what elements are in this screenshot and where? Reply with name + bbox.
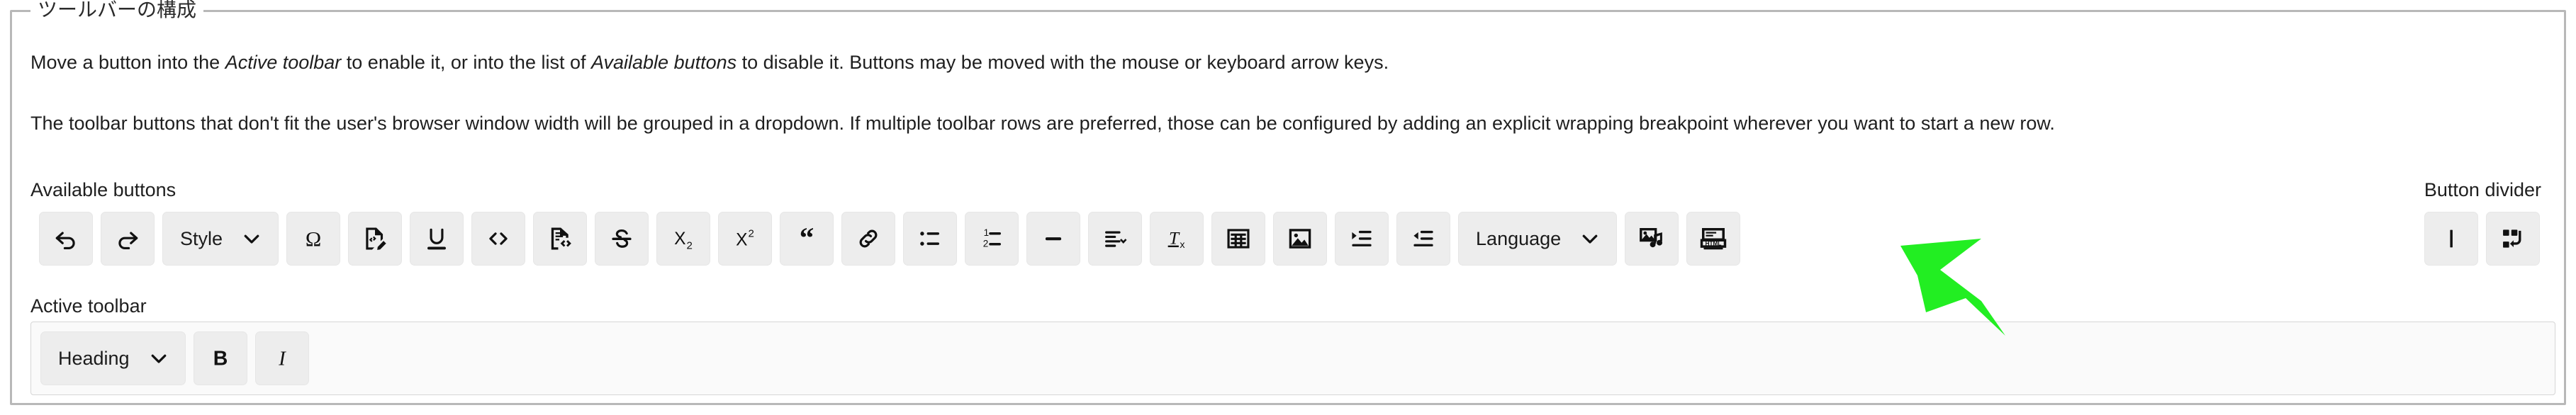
svg-text:2: 2: [687, 239, 693, 251]
vertical-bar-icon: [2438, 225, 2465, 252]
quote-icon: “: [793, 225, 820, 252]
toolbar-button-label: Language: [1476, 227, 1562, 249]
svg-text:T: T: [1169, 229, 1180, 249]
link-icon: [855, 225, 882, 252]
svg-text:I: I: [278, 348, 286, 370]
chevron-down-icon: [1579, 228, 1601, 249]
underline-icon: [423, 225, 450, 252]
strikethrough-icon: [608, 225, 635, 252]
toolbar-button-wrapping-breakpoint[interactable]: [2486, 212, 2540, 266]
description-paragraph-2: The toolbar buttons that don't fit the u…: [30, 113, 2055, 134]
svg-text:2: 2: [983, 239, 988, 249]
description-paragraph-1: Move a button into the Active toolbar to…: [30, 50, 1389, 74]
toolbar-button-undo[interactable]: [39, 212, 93, 266]
toolbar-button-italic[interactable]: I: [254, 331, 309, 385]
wrapping-breakpoint-icon: [2499, 225, 2526, 252]
toolbar-button-html[interactable]: HTML: [1686, 212, 1741, 266]
toolbar-button-image[interactable]: [1273, 212, 1328, 266]
toolbar-button-strikethrough[interactable]: [595, 212, 649, 266]
undo-icon: [52, 225, 79, 252]
bulleted-list-icon: [917, 225, 943, 252]
italic-icon: I: [269, 345, 296, 372]
chevron-down-icon: [241, 228, 262, 249]
available-buttons-label: Available buttons: [30, 179, 177, 200]
toolbar-button-media[interactable]: [1625, 212, 1679, 266]
horizontal-rule-icon: [1040, 225, 1067, 252]
desc-text-1: Move a button into the: [30, 52, 225, 73]
toolbar-button-numbered-list[interactable]: 12: [965, 212, 1019, 266]
toolbar-button-code-block[interactable]: [533, 212, 588, 266]
redo-icon: [114, 225, 141, 252]
svg-text:X: X: [674, 229, 685, 249]
html-icon: HTML: [1700, 225, 1727, 252]
toolbar-button-bold[interactable]: B: [193, 331, 247, 385]
toolbar-button-horizontal-line[interactable]: [1026, 212, 1081, 266]
outdent-icon: [1410, 225, 1437, 252]
toolbar-button-block-quote[interactable]: “: [780, 212, 834, 266]
toolbar-button-source-editing[interactable]: [348, 212, 403, 266]
desc-text-2: to enable it, or into the list of: [341, 52, 591, 73]
image-icon: [1287, 225, 1314, 252]
toolbar-configuration-fieldset: ツールバーの構成 Move a button into the Active t…: [10, 0, 2566, 405]
svg-text:B: B: [213, 348, 228, 370]
table-icon: [1225, 225, 1252, 252]
button-divider-label: Button divider: [2424, 179, 2541, 200]
toolbar-button-underline[interactable]: [410, 212, 464, 266]
desc-emphasis-active-toolbar: Active toolbar: [225, 52, 342, 73]
toolbar-button-divider[interactable]: [2424, 212, 2478, 266]
document-code-icon: [547, 225, 573, 252]
toolbar-button-indent[interactable]: [1335, 212, 1389, 266]
numbered-list-icon: 12: [978, 225, 1005, 252]
media-icon: [1638, 225, 1665, 252]
svg-text:1: 1: [984, 227, 989, 238]
active-toolbar-buttons[interactable]: Heading B I: [40, 331, 309, 385]
toolbar-button-link[interactable]: [841, 212, 896, 266]
svg-text:2: 2: [749, 228, 754, 240]
desc-text-3: to disable it. Buttons may be moved with…: [737, 52, 1389, 73]
bold-icon: B: [207, 345, 234, 372]
toolbar-button-outdent[interactable]: [1396, 212, 1451, 266]
chevron-down-icon: [148, 348, 169, 369]
toolbar-button-bulleted-list[interactable]: [903, 212, 958, 266]
svg-text:Ω: Ω: [306, 227, 321, 251]
toolbar-button-label: Heading: [58, 347, 130, 369]
active-toolbar-label: Active toolbar: [30, 295, 147, 317]
desc-emphasis-available-buttons: Available buttons: [590, 52, 737, 73]
svg-text:x: x: [1180, 239, 1185, 251]
toolbar-button-text-alignment[interactable]: [1088, 212, 1143, 266]
svg-text:HTML: HTML: [1706, 241, 1722, 247]
alignment-icon: [1102, 225, 1129, 252]
active-toolbar-dropzone[interactable]: [30, 322, 2555, 395]
remove-format-icon: Tx: [1163, 225, 1190, 252]
toolbar-button-code[interactable]: [471, 212, 526, 266]
subscript-icon: X2: [670, 225, 697, 252]
toolbar-button-redo[interactable]: [101, 212, 155, 266]
available-buttons-toolbar[interactable]: Style Ω X 2 X 2 “1 2 Tx Language HTML: [39, 212, 1741, 266]
toolbar-button-subscript[interactable]: X2: [656, 212, 711, 266]
svg-text:X: X: [736, 231, 747, 250]
button-divider-toolbar[interactable]: [2424, 212, 2540, 266]
toolbar-button-superscript[interactable]: X2: [718, 212, 773, 266]
superscript-icon: X2: [732, 225, 758, 252]
svg-text:“: “: [800, 225, 814, 252]
code-edit-icon: [362, 225, 388, 252]
toolbar-button-style[interactable]: Style: [162, 212, 279, 266]
toolbar-button-heading[interactable]: Heading: [40, 331, 186, 385]
toolbar-button-language[interactable]: Language: [1458, 212, 1618, 266]
angle-brackets-icon: [485, 225, 512, 252]
toolbar-button-label: Style: [180, 227, 223, 249]
toolbar-button-special-character[interactable]: Ω: [286, 212, 341, 266]
toolbar-button-remove-format[interactable]: Tx: [1150, 212, 1204, 266]
omega-icon: Ω: [300, 225, 327, 252]
fieldset-legend: ツールバーの構成: [30, 0, 204, 22]
indent-icon: [1348, 225, 1375, 252]
toolbar-button-table[interactable]: [1211, 212, 1266, 266]
